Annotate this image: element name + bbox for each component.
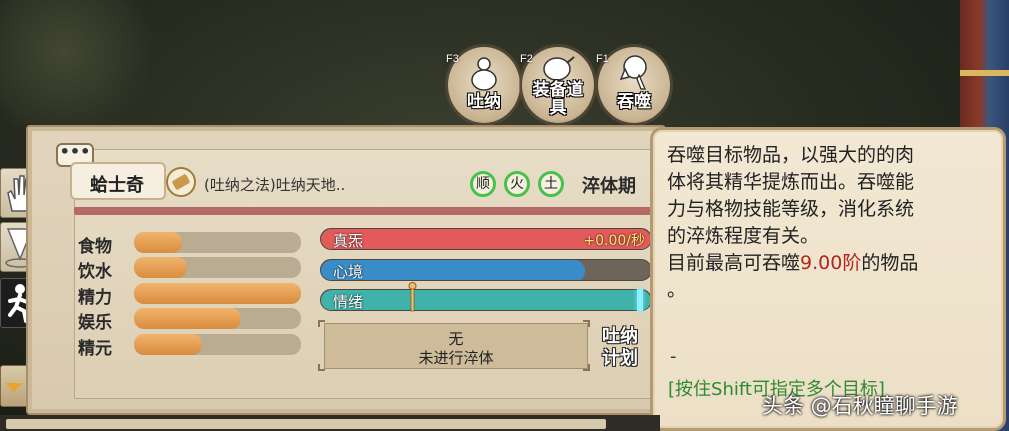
hotkey-label: F2: [520, 53, 533, 65]
technique-name[interactable]: (吐纳之法)吐纳天地..: [204, 174, 345, 195]
tooltip-line: 力与格物技能等级，消化系统: [667, 198, 915, 220]
tooltip-max-suffix: 的物品: [861, 252, 919, 274]
cultivation-stage: 淬体期: [582, 176, 636, 197]
character-name: 蛤士奇: [90, 175, 144, 196]
bottom-strip: [0, 415, 660, 431]
tuna-plan-button[interactable]: 吐纳 计划: [590, 318, 648, 374]
mood-bar[interactable]: 心境: [320, 259, 652, 281]
mood-label: 心境: [333, 263, 364, 281]
hotkey-label: F1: [596, 53, 609, 65]
tooltip-line: 体将其精华提炼而出。吞噬能: [667, 171, 915, 193]
skill-label: 吞噬: [617, 92, 651, 112]
tooltip-max-value: 9.00阶: [800, 252, 862, 274]
need-fill-essence: [134, 334, 203, 355]
tooltip-body: 吞噬目标物品，以强大的的肉 体将其精华提炼而出。吞噬能 力与格物技能等级，消化系…: [667, 142, 997, 304]
need-fill-water: [134, 257, 188, 278]
character-name-tag[interactable]: 蛤士奇: [70, 162, 166, 200]
expand-dropdown-button[interactable]: [0, 365, 28, 407]
qi-label: 真炁: [333, 232, 364, 250]
corner-decoration: [583, 364, 590, 371]
need-fill-energy: [134, 283, 301, 304]
element-badge-fire[interactable]: 火: [504, 171, 530, 197]
corner-decoration: [318, 364, 325, 371]
qi-rate: +0.00/秒: [583, 233, 645, 249]
hotkey-label: F3: [446, 53, 459, 65]
qi-bar[interactable]: 真炁 +0.00/秒: [320, 228, 652, 250]
gourd-icon: [471, 57, 497, 91]
corner-decoration: [318, 320, 325, 327]
need-label-energy: 精力: [78, 288, 112, 308]
tempering-status-box[interactable]: 无 未进行淬体: [324, 323, 588, 369]
need-bar-water: [134, 257, 301, 278]
skill-button-tuna[interactable]: F3 吐纳: [446, 47, 520, 123]
need-bar-recreation: [134, 308, 301, 329]
need-label-water: 饮水: [78, 262, 112, 282]
tooltip-max-prefix: 目前最高可吞噬: [667, 252, 801, 274]
divider-bar: [74, 207, 654, 215]
emotion-marker-icon: [408, 282, 417, 312]
corner-decoration: [583, 320, 590, 327]
emotion-fill: [321, 290, 651, 310]
tempering-description: 未进行淬体: [418, 349, 494, 367]
technique-scroll-icon[interactable]: [166, 167, 196, 197]
tempering-status: 无: [448, 330, 464, 348]
need-fill-recreation: [134, 308, 241, 329]
background-foliage: [0, 0, 160, 130]
tooltip-line: 的淬炼程度有关。: [667, 225, 820, 247]
tooltip-separator: -: [670, 346, 677, 367]
element-badge-earth[interactable]: 土: [538, 171, 564, 197]
emotion-end-marker: [637, 289, 643, 311]
need-bar-essence: [134, 334, 301, 355]
watermark: 头条 @石秋瞳聊手游: [762, 394, 958, 418]
skill-label-line2: 具: [549, 98, 567, 118]
plan-label-line2: 计划: [602, 348, 638, 369]
need-label-food: 食物: [78, 237, 112, 257]
need-label-essence: 精元: [78, 339, 112, 359]
need-label-recreation: 娱乐: [78, 313, 112, 333]
emotion-bar[interactable]: 情绪: [320, 289, 652, 311]
tooltip-max-line: 目前最高可吞噬9.00阶的物品: [667, 250, 997, 277]
scroll-glyph: [172, 174, 190, 190]
skill-button-devour[interactable]: F1 吞噬: [596, 47, 670, 123]
tooltip-line: 吞噬目标物品，以强大的的肉: [667, 144, 915, 166]
skill-button-equip-item[interactable]: F2 装备道 具: [520, 47, 594, 123]
need-bar-energy: [134, 283, 301, 304]
need-bar-food: [134, 232, 301, 253]
skill-label: 吐纳: [467, 92, 501, 112]
emotion-label: 情绪: [333, 293, 364, 311]
need-fill-food: [134, 232, 183, 253]
devour-icon: [619, 55, 647, 90]
element-badge-shun[interactable]: 顺: [470, 171, 496, 197]
tooltip-max-tail: 。: [667, 279, 687, 301]
